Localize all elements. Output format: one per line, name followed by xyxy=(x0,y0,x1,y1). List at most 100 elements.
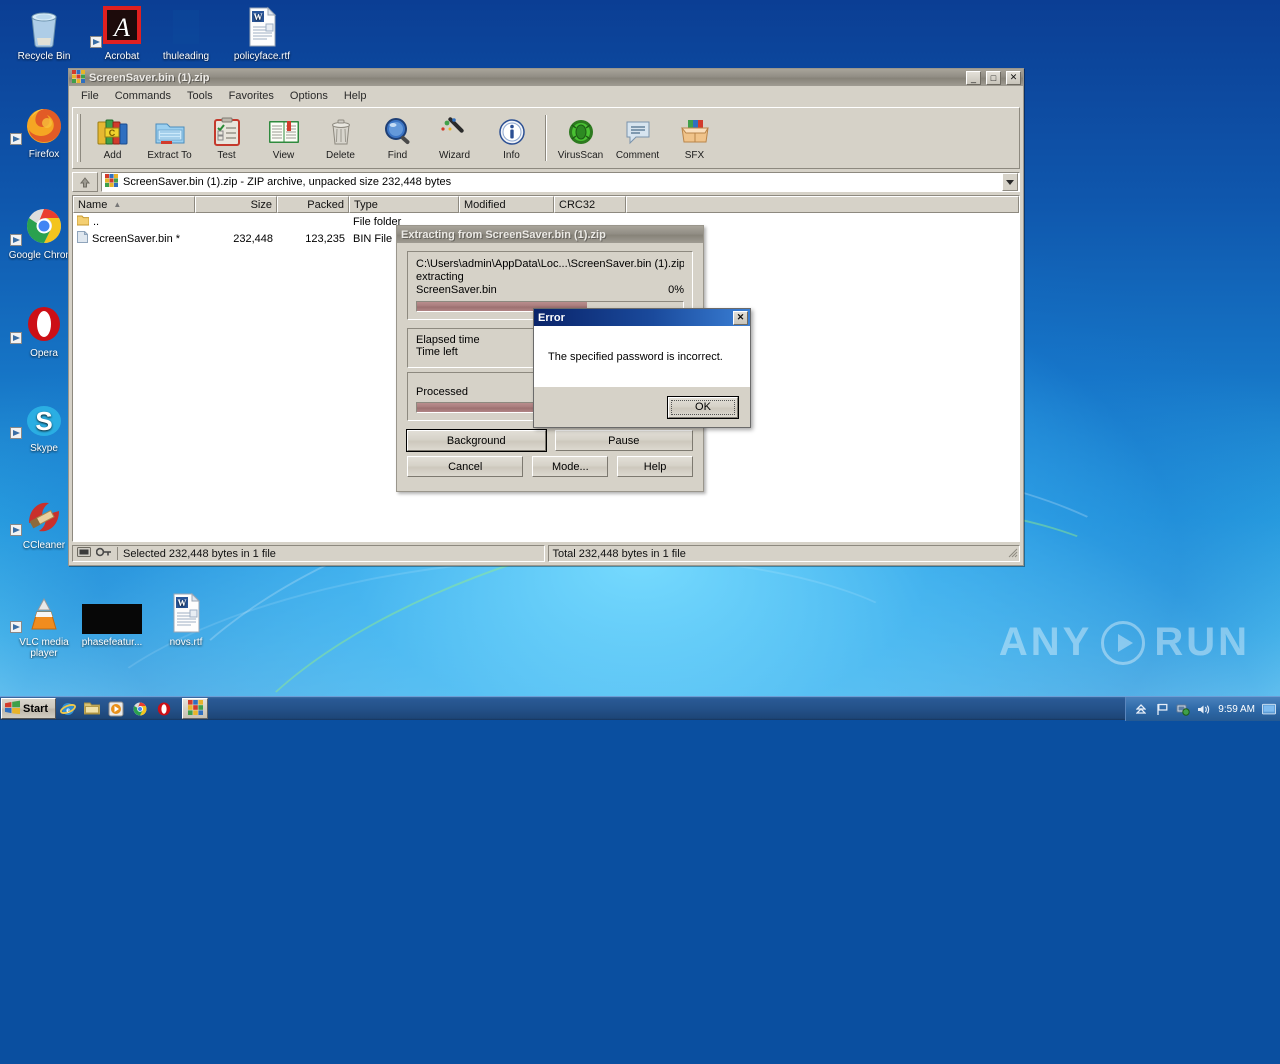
toolbar-button-virusscan[interactable]: VirusScan xyxy=(552,111,609,165)
toolbar-button-delete[interactable]: Delete xyxy=(312,111,369,165)
toolbar-label: Find xyxy=(387,149,408,161)
toolbar-grip[interactable] xyxy=(77,114,81,162)
toolbar-button-comment[interactable]: Comment xyxy=(609,111,666,165)
column-header-modified[interactable]: Modified xyxy=(459,196,554,213)
desktop-icon-phasefeatur[interactable]: phasefeatur... xyxy=(76,592,148,648)
desktop-icon-policyface-rtf[interactable]: W policyface.rtf xyxy=(226,6,298,62)
winrar-titlebar[interactable]: ScreenSaver.bin (1).zip _ □ ✕ xyxy=(69,69,1023,86)
toolbar-button-view[interactable]: View xyxy=(255,111,312,165)
show-hidden-icons-icon[interactable] xyxy=(1134,702,1148,716)
archive-path-combobox[interactable]: ScreenSaver.bin (1).zip - ZIP archive, u… xyxy=(101,172,1020,192)
error-dialog-titlebar[interactable]: Error ✕ xyxy=(534,309,750,326)
column-header-type[interactable]: Type xyxy=(349,196,459,213)
up-one-level-button[interactable] xyxy=(72,172,98,192)
pause-button[interactable]: Pause xyxy=(554,430,693,451)
elapsed-time-label: Elapsed time xyxy=(416,334,480,346)
close-icon[interactable]: ✕ xyxy=(733,310,748,325)
winrar-title-text: ScreenSaver.bin (1).zip xyxy=(89,71,210,84)
taskbar-item-winrar[interactable] xyxy=(182,698,209,719)
row-name: .. xyxy=(93,215,100,228)
taskbar: Start e 9:59 AM xyxy=(0,696,1280,721)
desktop-icon-recycle-bin[interactable]: Recycle Bin xyxy=(8,6,80,62)
toolbar-label: Test xyxy=(217,149,236,161)
shortcut-overlay-icon xyxy=(90,36,102,48)
desktop-icon-thuleading[interactable]: thuleading xyxy=(150,6,222,62)
toolbar-button-extract-to[interactable]: Extract To xyxy=(141,111,198,165)
toolbar-label: Add xyxy=(103,149,122,161)
winrar-icon xyxy=(187,699,203,718)
background-button[interactable]: Background xyxy=(406,429,547,452)
windows-logo-icon xyxy=(5,700,20,717)
menu-item-commands[interactable]: Commands xyxy=(107,88,179,104)
toolbar-label: View xyxy=(272,149,295,161)
error-dialog-footer: OK xyxy=(534,387,750,427)
desktop-icon-label: thuleading xyxy=(162,51,210,62)
toolbar-button-sfx[interactable]: SFX xyxy=(666,111,723,165)
desktop-icon-label: policyface.rtf xyxy=(233,51,291,62)
show-desktop-icon[interactable] xyxy=(1262,702,1276,716)
toolbar-button-add[interactable]: C Add xyxy=(84,111,141,165)
flag-action-center-icon[interactable] xyxy=(1155,702,1169,716)
bin-file-icon xyxy=(77,231,89,246)
column-header-name[interactable]: Name ▲ xyxy=(73,196,195,213)
toolbar-button-wizard[interactable]: Wizard xyxy=(426,111,483,165)
menu-item-favorites[interactable]: Favorites xyxy=(221,88,282,104)
column-header-size[interactable]: Size xyxy=(195,196,277,213)
find-icon xyxy=(383,116,413,148)
start-button-label: Start xyxy=(23,702,49,715)
column-header-filler xyxy=(626,196,1019,213)
desktop-icon-label: phasefeatur... xyxy=(81,637,143,648)
shortcut-overlay-icon xyxy=(10,524,22,536)
quicklaunch-opera[interactable] xyxy=(152,698,176,720)
vlc-icon xyxy=(8,592,80,634)
desktop-icon-novs-rtf[interactable]: W novs.rtf xyxy=(150,592,222,648)
menu-item-file[interactable]: File xyxy=(73,88,107,104)
status-left-panel: Selected 232,448 bytes in 1 file xyxy=(72,545,545,562)
shortcut-overlay-icon xyxy=(10,133,22,145)
extract-file-percent: 0% xyxy=(668,284,684,296)
svg-text:e: e xyxy=(66,705,70,714)
toolbar-button-find[interactable]: Find xyxy=(369,111,426,165)
row-name: ScreenSaver.bin * xyxy=(92,232,181,245)
column-header-crc32[interactable]: CRC32 xyxy=(554,196,626,213)
menu-item-help[interactable]: Help xyxy=(336,88,375,104)
network-icon[interactable] xyxy=(1176,702,1190,716)
start-button[interactable]: Start xyxy=(1,698,57,719)
winrar-toolbar: C Add Extract To Test View Delete Find W… xyxy=(72,107,1020,169)
virusscan-icon xyxy=(567,116,595,148)
archive-status-icon xyxy=(77,547,91,560)
mode-button[interactable]: Mode... xyxy=(532,456,609,477)
toolbar-label: Wizard xyxy=(438,149,471,161)
toolbar-label: Info xyxy=(503,149,520,161)
error-message: The specified password is incorrect. xyxy=(534,326,750,387)
cancel-button[interactable]: Cancel xyxy=(407,456,524,477)
quicklaunch-media-player[interactable] xyxy=(104,698,128,720)
close-button[interactable]: ✕ xyxy=(1006,70,1021,85)
quicklaunch-internet-explorer[interactable]: e xyxy=(56,698,80,720)
maximize-button[interactable]: □ xyxy=(986,70,1001,85)
toolbar-label: Comment xyxy=(615,149,660,161)
chevron-down-icon[interactable] xyxy=(1002,173,1018,191)
extracting-dialog-titlebar[interactable]: Extracting from ScreenSaver.bin (1).zip xyxy=(397,226,703,243)
archive-path-text: ScreenSaver.bin (1).zip - ZIP archive, u… xyxy=(123,176,452,188)
winrar-statusbar: Selected 232,448 bytes in 1 file Total 2… xyxy=(72,545,1020,562)
desktop-icon-acrobat[interactable]: A Acrobat xyxy=(86,6,158,62)
desktop-icon-label: Recycle Bin xyxy=(17,51,71,62)
sort-ascending-icon: ▲ xyxy=(113,200,122,209)
quicklaunch-windows-explorer[interactable] xyxy=(80,698,104,720)
toolbar-button-info[interactable]: Info xyxy=(483,111,540,165)
toolbar-button-test[interactable]: Test xyxy=(198,111,255,165)
column-header-packed[interactable]: Packed xyxy=(277,196,349,213)
menu-item-options[interactable]: Options xyxy=(282,88,336,104)
help-button[interactable]: Help xyxy=(617,456,693,477)
acrobat-icon: A xyxy=(86,6,158,48)
desktop-icon-vlc-media-player[interactable]: VLC media player xyxy=(8,592,80,659)
ok-button[interactable]: OK xyxy=(667,395,739,419)
resize-grip-icon[interactable] xyxy=(1006,546,1018,561)
minimize-button[interactable]: _ xyxy=(966,70,981,85)
quicklaunch-chrome[interactable] xyxy=(128,698,152,720)
volume-icon[interactable] xyxy=(1197,702,1211,716)
taskbar-clock[interactable]: 9:59 AM xyxy=(1218,704,1255,715)
menu-item-tools[interactable]: Tools xyxy=(179,88,221,104)
shortcut-overlay-icon xyxy=(10,427,22,439)
